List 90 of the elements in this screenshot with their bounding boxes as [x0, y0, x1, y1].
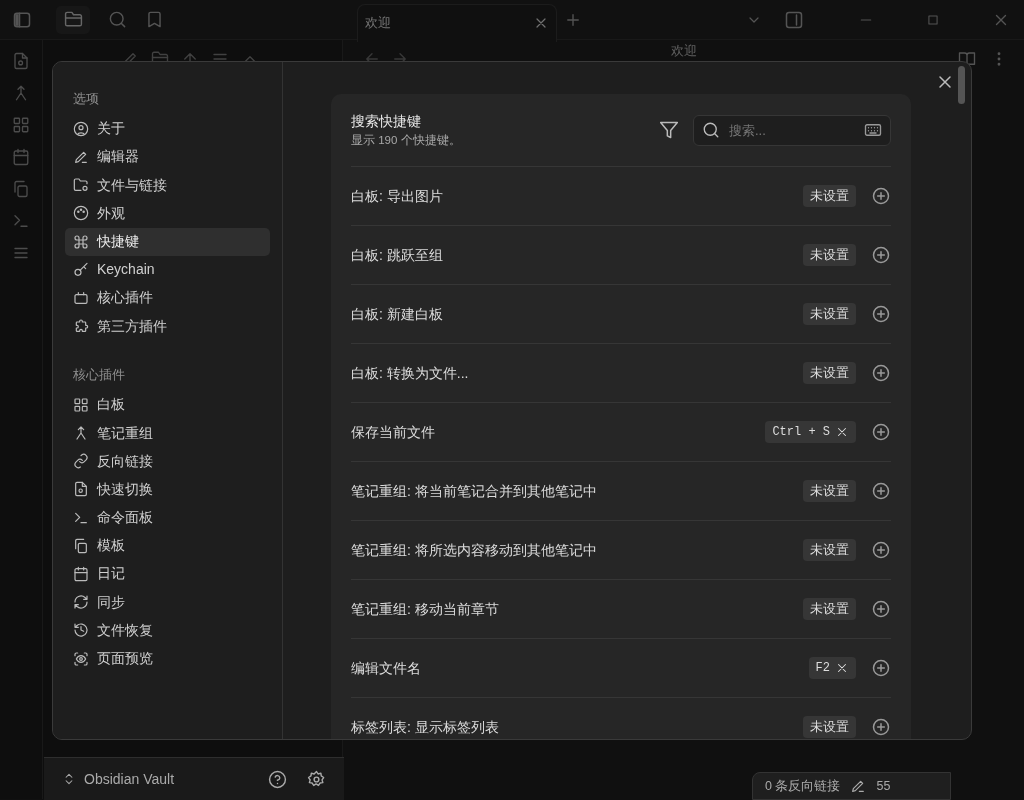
command-name: 笔记重组: 将当前笔记合并到其他笔记中 [351, 481, 598, 501]
calendar-icon[interactable] [12, 148, 30, 166]
scrollbar-thumb[interactable] [958, 66, 965, 104]
hotkey-tag: 未设置 [803, 185, 856, 207]
hotkey-tag[interactable]: Ctrl + S [765, 421, 856, 443]
hotkey-tag: 未设置 [803, 539, 856, 561]
settings-nav-item[interactable]: 模板 [65, 531, 270, 560]
settings-nav-item[interactable]: 外观 [65, 199, 270, 228]
link-icon [73, 453, 89, 470]
add-icon[interactable] [871, 363, 891, 383]
palette-icon [73, 205, 89, 222]
hotkey-tag: 未设置 [803, 362, 856, 384]
key-icon [73, 261, 89, 278]
panel-icon[interactable] [784, 9, 804, 30]
puzzle-icon [73, 318, 89, 335]
command-name: 白板: 导出图片 [351, 186, 444, 206]
help-icon[interactable] [268, 769, 287, 789]
history-icon [73, 622, 89, 639]
file-search-icon [73, 481, 89, 498]
filter-icon[interactable] [659, 120, 679, 140]
settings-nav-item[interactable]: 反向链接 [65, 447, 270, 476]
remove-icon[interactable] [835, 425, 849, 439]
copy-icon[interactable] [12, 180, 30, 198]
add-icon[interactable] [871, 540, 891, 560]
settings-nav-item[interactable]: 核心插件 [65, 283, 270, 312]
section-heading: 核心插件 [73, 368, 125, 383]
settings-nav-item[interactable]: 快速切换 [65, 475, 270, 504]
settings-nav-item[interactable]: 文件恢复 [65, 616, 270, 645]
bookmark-icon[interactable] [145, 10, 164, 29]
remove-icon[interactable] [835, 661, 849, 675]
add-icon[interactable] [871, 658, 891, 678]
maximize-icon[interactable] [926, 12, 940, 27]
add-icon[interactable] [871, 186, 891, 206]
command-name: 白板: 新建白板 [351, 304, 444, 324]
hotkey-tag[interactable]: F2 [808, 657, 856, 679]
settings-nav-item[interactable]: 关于 [65, 114, 270, 143]
add-icon[interactable] [871, 245, 891, 265]
tab[interactable]: 欢迎 [357, 3, 557, 42]
sync-icon [73, 594, 89, 611]
command-name: 笔记重组: 将所选内容移动到其他笔记中 [351, 540, 598, 560]
search-field[interactable]: 搜索... [693, 114, 891, 146]
settings-nav-item[interactable]: 同步 [65, 588, 270, 617]
eye-scan-icon [73, 650, 89, 667]
command-name: 标签列表: 显示标签列表 [351, 717, 500, 737]
hotkey-tag: 未设置 [803, 480, 856, 502]
settings-nav-item[interactable]: 笔记重组 [65, 419, 270, 447]
folder-icon [73, 177, 89, 194]
file-search-icon[interactable] [12, 52, 30, 70]
copy-icon [73, 537, 89, 554]
settings-nav-item[interactable]: 第三方插件 [65, 312, 270, 341]
search-icon[interactable] [108, 10, 127, 29]
hotkey-tag: 未设置 [803, 716, 856, 738]
settings-nav-item[interactable]: 命令面板 [65, 503, 270, 532]
terminal-icon[interactable] [12, 212, 30, 230]
folder-icon[interactable] [63, 10, 83, 29]
hotkey-tag: 未设置 [803, 244, 856, 266]
add-icon[interactable] [871, 717, 891, 737]
section-heading: 选项 [73, 92, 99, 106]
add-icon[interactable] [871, 599, 891, 619]
grid-icon [73, 396, 89, 413]
hotkey-tag: 未设置 [803, 598, 856, 620]
settings-nav-item[interactable]: 页面预览 [65, 644, 270, 673]
note-title: 欢迎 [670, 43, 697, 58]
user-circle-icon [73, 120, 89, 137]
settings-nav-item[interactable]: 文件与链接 [65, 171, 270, 200]
box-icon [73, 289, 89, 306]
hotkey-tag: 未设置 [803, 303, 856, 325]
settings-icon[interactable] [307, 769, 326, 789]
settings-nav-item[interactable]: 白板 [65, 390, 270, 419]
hotkey-count: 显示 190 个快捷键。 [351, 132, 462, 148]
grid-icon[interactable] [12, 116, 30, 134]
add-icon[interactable] [871, 422, 891, 442]
status-text[interactable]: 0 条反向链接 [765, 776, 841, 796]
settings-nav-item[interactable]: 快捷键 [65, 227, 270, 256]
add-icon[interactable] [871, 304, 891, 324]
command-name: 保存当前文件 [351, 422, 436, 442]
calendar-icon [73, 565, 89, 582]
settings-nav-item[interactable]: Keychain [65, 255, 270, 284]
search-icon [702, 120, 720, 139]
settings-nav-item[interactable]: 编辑器 [65, 142, 270, 171]
command-name: 白板: 转换为文件... [351, 363, 470, 383]
command-name: 笔记重组: 移动当前章节 [351, 599, 500, 619]
pencil-icon[interactable] [850, 778, 867, 794]
section-title: 搜索快捷键 [351, 111, 422, 131]
add-icon[interactable] [871, 481, 891, 501]
command-name: 白板: 跳跃至组 [351, 245, 444, 265]
status-text: 55 [876, 777, 891, 795]
command-icon [73, 233, 89, 250]
command-name: 编辑文件名 [351, 658, 422, 678]
settings-nav-item[interactable]: 日记 [65, 559, 270, 588]
